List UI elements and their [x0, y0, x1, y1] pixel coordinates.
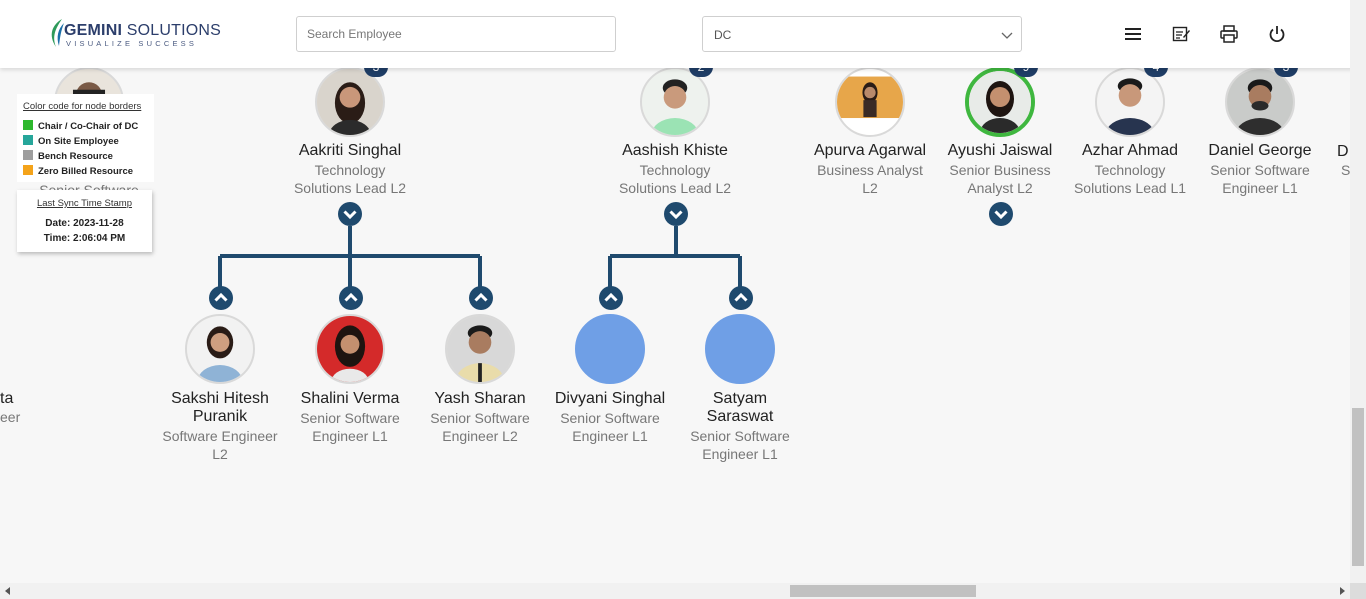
horizontal-scrollbar[interactable]	[0, 583, 1350, 599]
brand-name-suffix: SOLUTIONS	[126, 22, 222, 39]
employee-role-line1: Software Engineer	[162, 428, 278, 444]
border-color-legend: Color code for node borders Chair / Co-C…	[17, 94, 154, 182]
collapse-chevron-icon[interactable]	[338, 202, 362, 226]
employee-name: Ayushi Jaiswal	[947, 142, 1053, 159]
employee-avatar	[965, 67, 1035, 137]
employee-name: Yash Sharan	[434, 390, 526, 407]
employee-role-line1: Senior Software	[560, 410, 660, 426]
company-logo[interactable]: GEMINI SOLUTIONS VISUALIZE SUCCESS	[46, 17, 221, 53]
legend-label: On Site Employee	[38, 136, 119, 147]
partial-employee-name: ta	[0, 390, 14, 407]
search-employee-input[interactable]	[296, 16, 616, 52]
employee-avatar	[185, 314, 255, 384]
employee-role-line1: Senior Software	[430, 410, 530, 426]
partial-employee-role: eer	[0, 409, 21, 425]
employee-name: Daniel George	[1208, 142, 1312, 159]
employee-role-line1: Technology	[1094, 162, 1166, 178]
employee-name: Aakriti Singhal	[298, 142, 402, 159]
employee-role-line2: L2	[212, 446, 228, 462]
brand-name: GEMINI SOLUTIONS	[64, 22, 221, 40]
employee-role-line2: L2	[862, 180, 878, 196]
employee-name: Azhar Ahmad	[1081, 142, 1179, 159]
employee-role-line2: Analyst L2	[967, 180, 1033, 196]
legend-item-chair: Chair / Co-Chair of DC	[23, 120, 138, 132]
menu-icon[interactable]	[1123, 24, 1143, 44]
chevron-up-icon[interactable]	[209, 286, 233, 310]
app-header: GEMINI SOLUTIONS VISUALIZE SUCCESS DC	[0, 0, 1366, 68]
leaf-logo-icon	[51, 19, 64, 47]
partial-employee-name-right: D	[1337, 143, 1349, 160]
last-sync-panel: Last Sync Time Stamp Date: 2023-11-28 Ti…	[17, 190, 152, 252]
employee-role-line1: Senior Business	[949, 162, 1051, 178]
expand-chevron-icon[interactable]	[989, 202, 1013, 226]
employee-name-line2: Puranik	[192, 408, 248, 425]
employee-avatar	[1225, 67, 1295, 137]
employee-name: Shalini Verma	[300, 390, 400, 407]
employee-role-line1: Technology	[314, 162, 386, 178]
employee-avatar	[315, 67, 385, 137]
employee-name: Divyani Singhal	[554, 390, 666, 407]
employee-role-line1: Business Analyst	[817, 162, 923, 178]
scrollbar-corner	[1350, 583, 1366, 599]
chevron-up-icon[interactable]	[469, 286, 493, 310]
org-chart-area[interactable]: Senior Software ta eer 3 Aakriti Singhal…	[0, 0, 1350, 583]
employee-role-line2: Solutions Lead L1	[1073, 180, 1187, 196]
scroll-right-arrow-icon[interactable]	[1338, 587, 1346, 595]
employee-role-line2: Solutions Lead L2	[293, 180, 407, 196]
employee-role-line2: Engineer L1	[312, 428, 388, 444]
chevron-up-icon[interactable]	[729, 286, 753, 310]
employee-avatar	[445, 314, 515, 384]
legend-label: Zero Billed Resource	[38, 166, 134, 177]
department-select-value: DC	[714, 28, 732, 42]
legend-swatch	[23, 165, 33, 175]
horizontal-scroll-thumb[interactable]	[790, 585, 976, 597]
employee-role-line2: Engineer L1	[572, 428, 648, 444]
legend-swatch	[23, 150, 33, 160]
employee-name-line1: Satyam	[712, 390, 768, 407]
department-select[interactable]: DC	[702, 16, 1022, 52]
legend-label: Chair / Co-Chair of DC	[38, 121, 139, 132]
employee-name-line2: Saraswat	[706, 408, 774, 425]
legend-item-on-site: On Site Employee	[23, 135, 119, 147]
power-icon[interactable]	[1267, 24, 1287, 44]
legend-item-zero-billed: Zero Billed Resource	[23, 165, 133, 177]
employee-name-line1: Sakshi Hitesh	[171, 390, 269, 407]
sync-title: Last Sync Time Stamp	[36, 198, 133, 209]
legend-title: Color code for node borders	[23, 101, 142, 112]
chevron-down-icon	[1001, 32, 1013, 39]
employee-avatar-placeholder	[575, 314, 645, 384]
employee-avatar	[1095, 67, 1165, 137]
brand-name-bold: GEMINI	[64, 22, 123, 39]
sync-date: Date: 2023-11-28	[45, 218, 124, 229]
chevron-up-icon[interactable]	[339, 286, 363, 310]
vertical-scroll-thumb[interactable]	[1352, 408, 1364, 566]
employee-role-line1: Senior Software	[1210, 162, 1310, 178]
employee-name: Aashish Khiste	[622, 142, 728, 159]
notes-icon[interactable]	[1171, 24, 1191, 44]
scroll-left-arrow-icon[interactable]	[4, 587, 12, 595]
print-icon[interactable]	[1219, 24, 1239, 44]
employee-role-line2: Engineer L2	[442, 428, 518, 444]
employee-role-line2: Solutions Lead L2	[618, 180, 732, 196]
employee-avatar	[315, 314, 385, 384]
employee-avatar	[640, 67, 710, 137]
employee-name: Apurva Agarwal	[813, 142, 927, 159]
legend-swatch	[23, 135, 33, 145]
employee-role-line1: Senior Software	[300, 410, 400, 426]
legend-item-bench: Bench Resource	[23, 150, 113, 162]
employee-role-line2: Engineer L1	[702, 446, 778, 462]
legend-swatch	[23, 120, 33, 130]
employee-avatar-placeholder	[705, 314, 775, 384]
legend-label: Bench Resource	[38, 151, 113, 162]
sync-time: Time: 2:06:04 PM	[43, 233, 126, 244]
collapse-chevron-icon[interactable]	[664, 202, 688, 226]
employee-avatar	[835, 67, 905, 137]
partial-employee-role-right: S	[1341, 162, 1350, 178]
employee-role-line1: Senior Software	[690, 428, 790, 444]
employee-role-line1: Technology	[639, 162, 711, 178]
employee-role-line2: Engineer L1	[1222, 180, 1298, 196]
brand-tagline: VISUALIZE SUCCESS	[66, 39, 198, 48]
chevron-up-icon[interactable]	[599, 286, 623, 310]
vertical-scrollbar[interactable]	[1350, 0, 1366, 583]
